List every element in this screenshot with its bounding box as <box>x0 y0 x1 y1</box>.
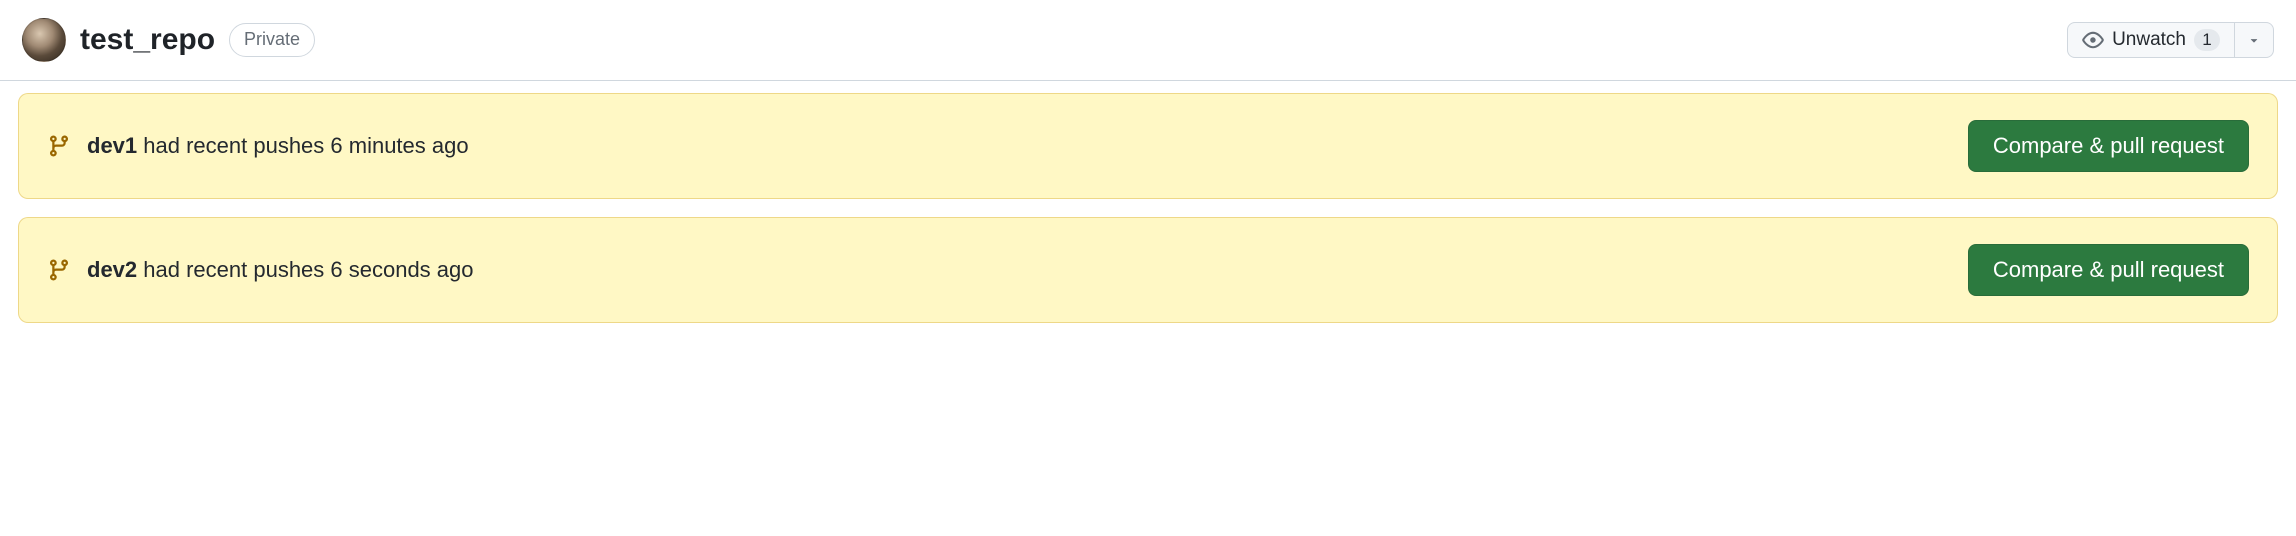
recent-push-suffix: had recent pushes 6 seconds ago <box>137 257 473 282</box>
recent-push-sentence: dev1 had recent pushes 6 minutes ago <box>87 133 469 159</box>
repo-header-right: Unwatch 1 <box>2067 22 2274 58</box>
compare-pull-request-button[interactable]: Compare & pull request <box>1968 244 2249 296</box>
recent-push-alert: dev2 had recent pushes 6 seconds ago Com… <box>18 217 2278 323</box>
triangle-down-icon <box>2247 33 2261 47</box>
recent-push-text: dev2 had recent pushes 6 seconds ago <box>47 257 474 283</box>
watch-dropdown-button[interactable] <box>2235 22 2274 58</box>
branch-name: dev2 <box>87 257 137 282</box>
compare-pull-request-button[interactable]: Compare & pull request <box>1968 120 2249 172</box>
repo-name[interactable]: test_repo <box>80 23 215 57</box>
git-branch-icon <box>47 134 71 158</box>
unwatch-label: Unwatch <box>2112 29 2186 51</box>
visibility-badge: Private <box>229 23 315 56</box>
eye-icon <box>2082 29 2104 51</box>
unwatch-button[interactable]: Unwatch 1 <box>2067 22 2235 58</box>
git-branch-icon <box>47 258 71 282</box>
recent-push-text: dev1 had recent pushes 6 minutes ago <box>47 133 469 159</box>
watch-count-badge: 1 <box>2194 29 2220 51</box>
recent-push-alert: dev1 had recent pushes 6 minutes ago Com… <box>18 93 2278 199</box>
repo-header-left: test_repo Private <box>22 18 315 62</box>
repo-header: test_repo Private Unwatch 1 <box>0 0 2296 81</box>
owner-avatar[interactable] <box>22 18 66 62</box>
branch-name: dev1 <box>87 133 137 158</box>
recent-push-sentence: dev2 had recent pushes 6 seconds ago <box>87 257 474 283</box>
recent-push-suffix: had recent pushes 6 minutes ago <box>137 133 468 158</box>
recent-pushes-list: dev1 had recent pushes 6 minutes ago Com… <box>0 81 2296 341</box>
